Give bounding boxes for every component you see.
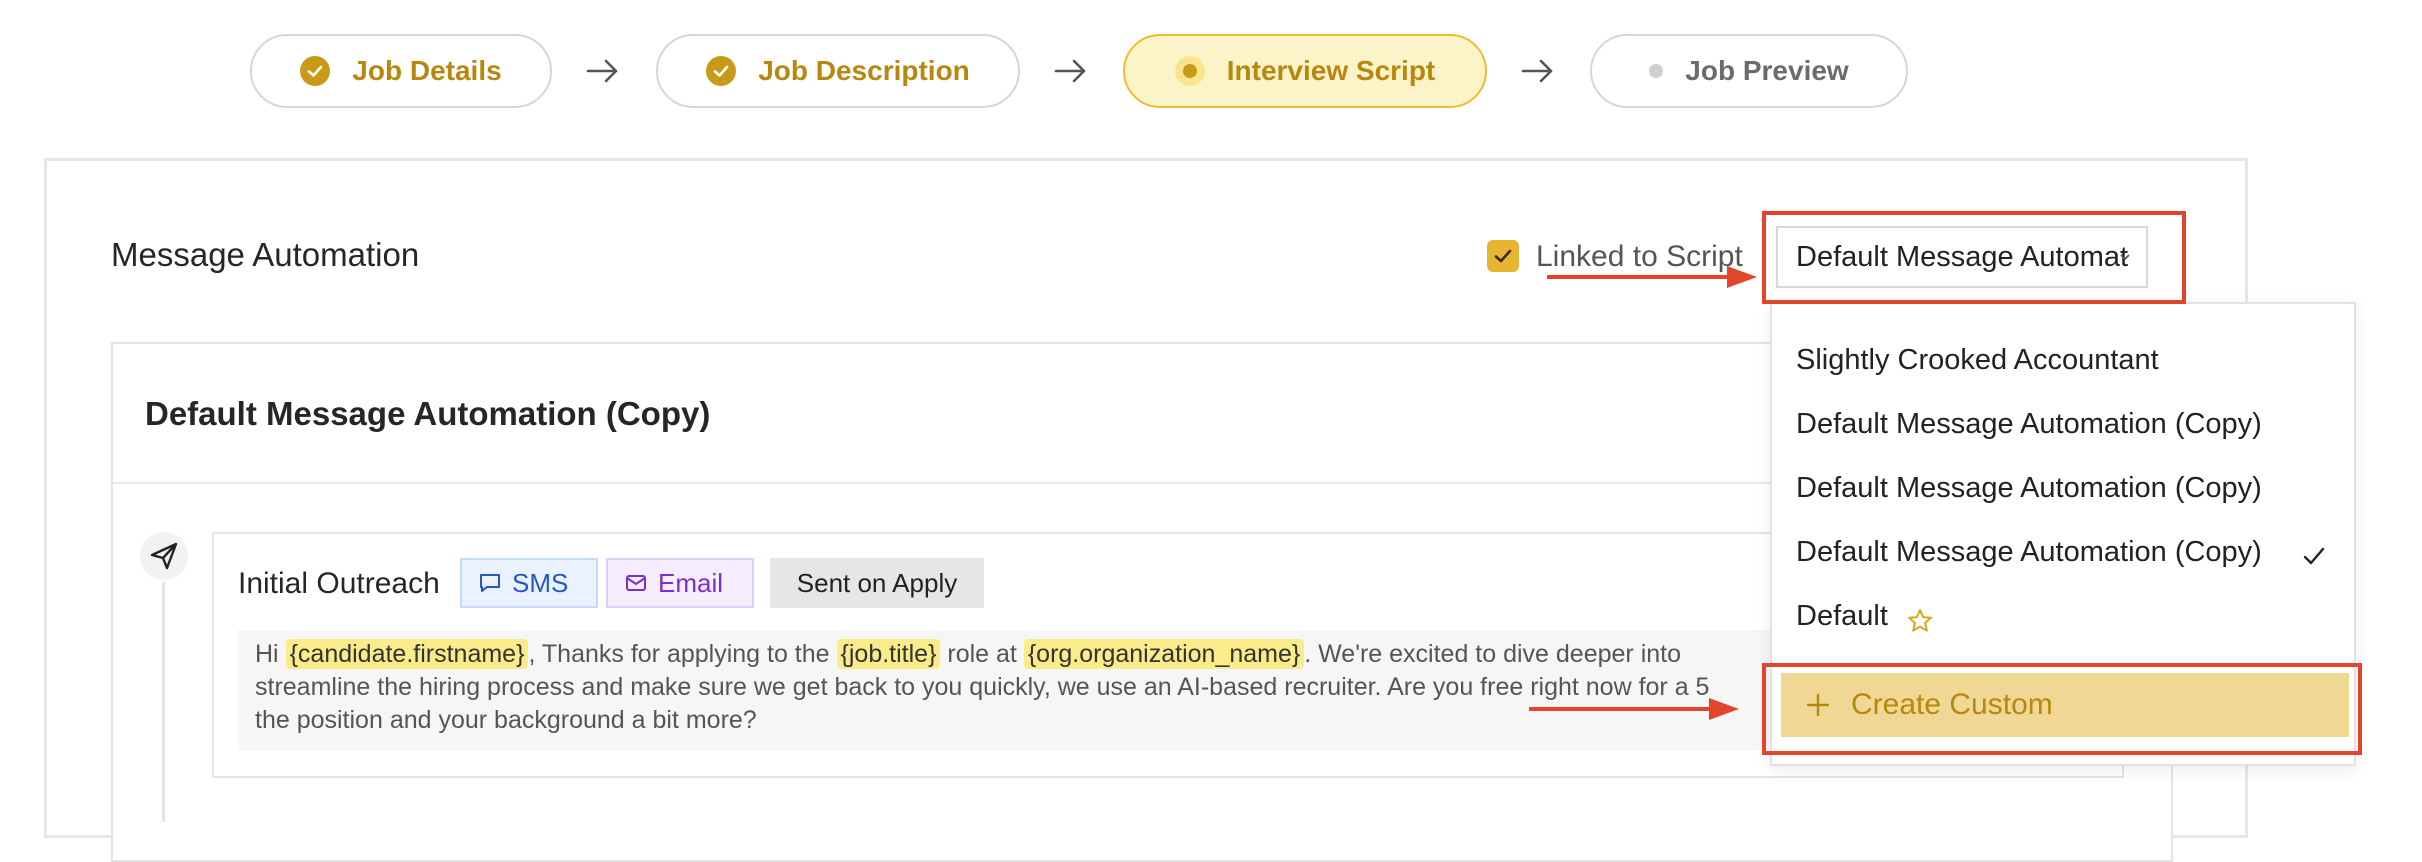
step-label: Job Preview — [1685, 55, 1849, 86]
message-line-2: streamline the hiring process and make s… — [255, 673, 1710, 701]
star-icon — [1908, 609, 1932, 632]
step-label: Interview Script — [1226, 55, 1436, 86]
annotation-arrow-icon — [1547, 266, 1757, 288]
mail-icon — [626, 575, 646, 591]
dropdown-item-selected[interactable]: Default Message Automation (Copy) — [1796, 536, 2262, 569]
check-circle-icon — [706, 56, 737, 86]
arrow-right-icon — [586, 59, 618, 83]
timeline-line — [162, 582, 165, 822]
automation-card-title: Default Message Automation (Copy) — [145, 395, 711, 432]
panel-title: Message Automation — [111, 236, 420, 273]
dropdown-item-default[interactable]: Default — [1796, 600, 1888, 633]
chat-bubble-icon — [480, 574, 500, 592]
check-icon — [1494, 249, 1512, 263]
send-icon — [140, 532, 188, 580]
step-job-preview[interactable]: Job Preview — [1590, 34, 1908, 108]
variable-chip: {candidate.firstname} — [285, 639, 529, 669]
annotation-arrow-icon — [1529, 698, 1739, 720]
current-step-dot-icon — [1174, 56, 1205, 86]
arrow-right-icon — [1521, 59, 1553, 83]
annotation-highlight-box — [1762, 211, 2186, 304]
dropdown-item[interactable]: Default Message Automation (Copy) — [1796, 408, 2262, 441]
step-label: Job Description — [758, 55, 970, 86]
step-job-details[interactable]: Job Details — [250, 34, 552, 108]
sms-tag-label: SMS — [512, 567, 569, 598]
step-job-description[interactable]: Job Description — [656, 34, 1020, 108]
pending-step-dot-icon — [1649, 64, 1664, 78]
check-icon — [2303, 547, 2325, 565]
email-tag-label: Email — [658, 567, 724, 598]
dropdown-item[interactable]: Default Message Automation (Copy) — [1796, 472, 2262, 505]
check-circle-icon — [300, 56, 331, 86]
arrow-right-icon — [1054, 59, 1086, 83]
step-interview-script[interactable]: Interview Script — [1123, 34, 1487, 108]
message-line-3: the position and your background a bit m… — [255, 706, 757, 734]
email-tag[interactable]: Email — [606, 558, 754, 608]
message-line-1: Hi {candidate.firstname}, Thanks for app… — [255, 639, 1681, 669]
variable-chip: {org.organization_name} — [1023, 639, 1305, 669]
sms-tag[interactable]: SMS — [460, 558, 598, 608]
outreach-title: Initial Outreach — [238, 567, 440, 600]
dropdown-item[interactable]: Slightly Crooked Accountant — [1796, 344, 2159, 377]
annotation-highlight-box — [1762, 663, 2362, 755]
trigger-tag: Sent on Apply — [770, 558, 984, 608]
variable-chip: {job.title} — [836, 639, 941, 669]
step-label: Job Details — [352, 55, 502, 86]
linked-to-script-checkbox[interactable] — [1487, 240, 1519, 272]
